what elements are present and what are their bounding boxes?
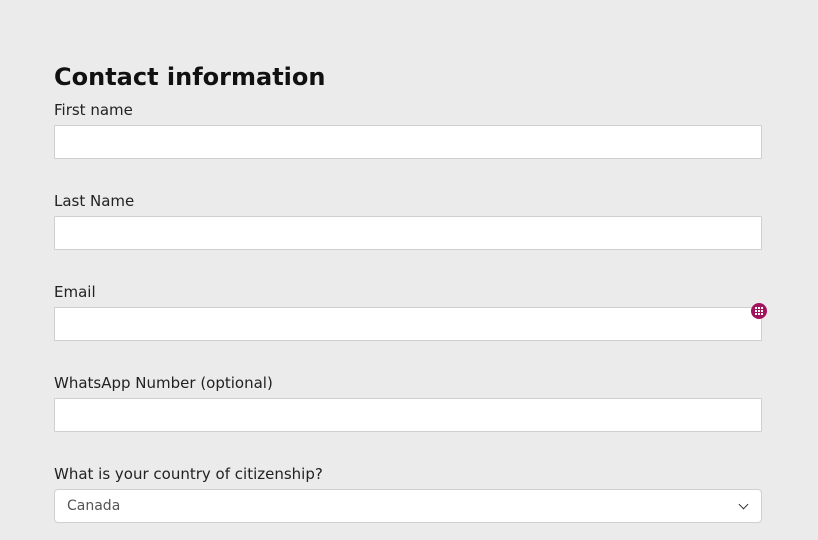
first-name-label: First name [54,101,133,119]
last-name-input[interactable] [54,216,762,250]
first-name-field: First name [54,100,762,159]
password-manager-grid-icon[interactable] [751,303,767,319]
citizenship-selected-value: Canada [67,498,121,514]
whatsapp-input[interactable] [54,398,762,432]
whatsapp-label: WhatsApp Number (optional) [54,374,273,392]
citizenship-field: What is your country of citizenship? Can… [54,464,762,523]
email-input[interactable] [54,307,762,341]
form-title: Contact information [54,63,326,91]
citizenship-select[interactable]: Canada [54,489,762,523]
last-name-field: Last Name [54,191,762,250]
whatsapp-field: WhatsApp Number (optional) [54,373,762,432]
contact-form: Contact information First name Last Name… [54,60,767,523]
citizenship-label: What is your country of citizenship? [54,465,323,483]
first-name-input[interactable] [54,125,762,159]
email-field: Email [54,282,767,341]
last-name-label: Last Name [54,192,135,210]
email-label: Email [54,283,96,301]
chevron-down-icon [738,499,749,509]
